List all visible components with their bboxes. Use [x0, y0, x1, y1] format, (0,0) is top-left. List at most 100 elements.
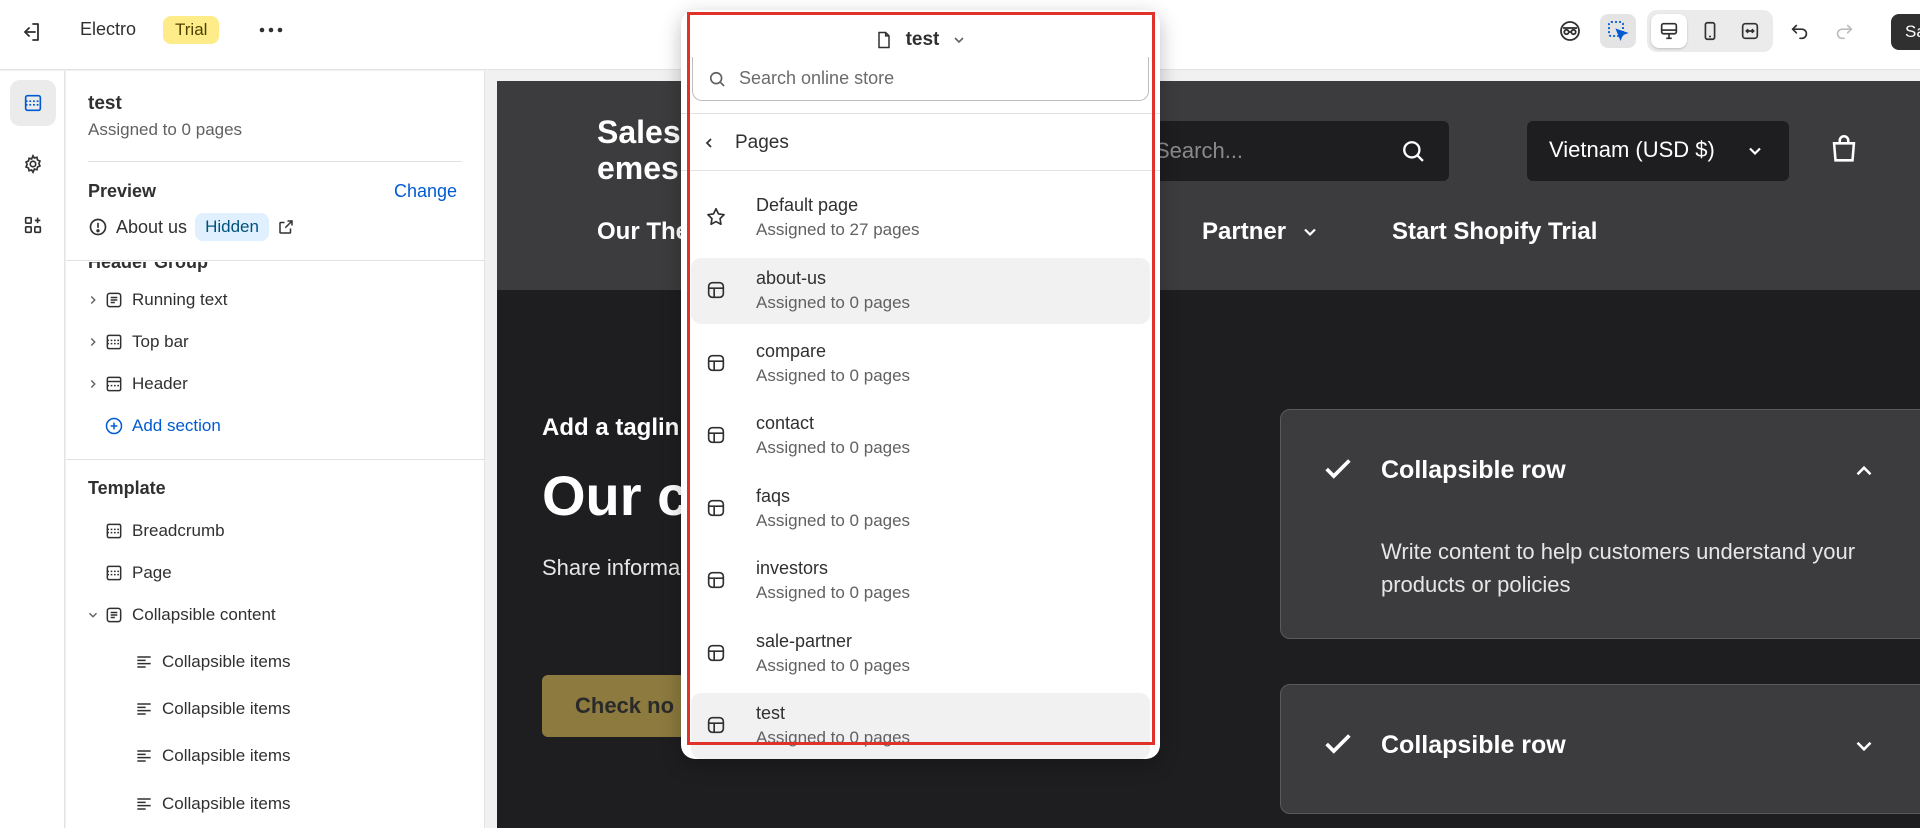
page-option-default[interactable]: Default page Assigned to 27 pages — [691, 185, 1150, 251]
back-to-categories-button[interactable]: Pages — [701, 128, 789, 158]
page-option-name: investors — [756, 558, 829, 578]
change-preview-link[interactable]: Change — [394, 181, 457, 202]
site-search-placeholder: Search... — [1155, 138, 1244, 163]
template-icon — [707, 354, 725, 372]
tree-item-header[interactable]: Header — [82, 369, 188, 399]
tree-item-breadcrumb[interactable]: Breadcrumb — [82, 516, 225, 546]
template-group-label: Template — [88, 478, 166, 498]
search-placeholder: Search online store — [739, 68, 895, 88]
page-option-contact[interactable]: contact Assigned to 0 pages — [691, 403, 1150, 469]
tree-item-label: Collapsible items — [162, 652, 291, 671]
rail-settings-button[interactable] — [10, 141, 56, 187]
sections-icon — [24, 94, 42, 112]
page-option-compare[interactable]: compare Assigned to 0 pages — [691, 331, 1150, 397]
exit-editor-button[interactable] — [16, 17, 46, 47]
chevron-right-icon[interactable] — [86, 335, 100, 349]
tree-item-collapsible-item[interactable]: Collapsible items — [134, 647, 291, 677]
align-left-icon — [137, 703, 151, 715]
template-icon — [707, 499, 725, 517]
file-icon — [877, 31, 890, 49]
tree-item-collapsible-item[interactable]: Collapsible items — [134, 741, 291, 771]
page-option-investors[interactable]: investors Assigned to 0 pages — [691, 548, 1150, 614]
country-label: Vietnam (USD $) — [1549, 137, 1715, 162]
tree-item-collapsible-item[interactable]: Collapsible items — [134, 694, 291, 724]
more-horizontal-icon — [259, 27, 283, 33]
header-section-icon — [106, 376, 122, 392]
more-actions-button[interactable] — [256, 18, 286, 42]
template-icon — [707, 716, 725, 734]
tree-item-running-text[interactable]: Running text — [82, 285, 227, 315]
chevron-down-icon[interactable] — [86, 608, 100, 622]
page-option-assignment: Assigned to 27 pages — [756, 220, 920, 239]
intro-text: Share informa — [542, 555, 681, 580]
search-icon — [1403, 141, 1424, 162]
desktop-icon — [1660, 22, 1678, 40]
chevron-up-icon[interactable] — [1851, 458, 1877, 484]
save-button[interactable]: Sa — [1891, 14, 1920, 50]
page-option-sale-partner[interactable]: sale-partner Assigned to 0 pages — [691, 621, 1150, 687]
divider — [66, 459, 484, 460]
collapsible-row-collapsed[interactable]: Collapsible row — [1280, 684, 1920, 814]
tree-item-label: Breadcrumb — [132, 521, 225, 540]
header-group-label: Header Group — [88, 252, 209, 272]
tree-item-collapsible-content[interactable]: Collapsible content — [82, 600, 276, 630]
section-icon — [106, 523, 122, 539]
page-option-name: contact — [756, 413, 815, 433]
cta-button[interactable]: Check no — [542, 675, 692, 737]
collapsible-row-body: Write content to help customers understa… — [1381, 539, 1856, 597]
chevron-down-icon — [1749, 147, 1761, 156]
chevron-right-icon[interactable] — [86, 293, 100, 307]
editor-rail — [0, 71, 65, 828]
page-option-assignment: Assigned to 0 pages — [756, 366, 911, 385]
current-template-name: test — [905, 29, 940, 50]
search-online-store-input[interactable]: Search online store — [692, 57, 1149, 101]
tree-item-page[interactable]: Page — [82, 558, 172, 588]
chevron-right-icon[interactable] — [86, 377, 100, 391]
collapsible-row-title: Collapsible row — [1381, 456, 1566, 484]
add-section-label: Add section — [132, 416, 221, 435]
rail-apps-button[interactable] — [10, 202, 56, 248]
tree-item-top-bar[interactable]: Top bar — [82, 327, 189, 357]
chevron-down-icon[interactable] — [1851, 733, 1877, 759]
cart-bag-icon[interactable] — [1827, 132, 1861, 166]
template-picker-popover: test Search online store Pages Default p… — [681, 10, 1160, 759]
tree-item-collapsible-item[interactable]: Collapsible items — [134, 789, 291, 819]
redo-button[interactable] — [1826, 14, 1862, 48]
text-block-icon — [106, 607, 122, 623]
country-selector[interactable]: Vietnam (USD $) — [1527, 121, 1789, 181]
page-option-name: sale-partner — [756, 631, 853, 651]
site-logo[interactable]: Sales emes — [597, 114, 681, 186]
align-left-icon — [137, 750, 151, 762]
section-icon — [106, 334, 122, 350]
full-width-button[interactable] — [1732, 14, 1768, 48]
incognito-icon — [1560, 21, 1580, 41]
nav-item[interactable]: Start Shopify Trial — [1392, 218, 1597, 246]
preview-label: Preview — [88, 181, 157, 201]
preview-page-row: About us Hidden — [88, 212, 295, 242]
inspector-toggle-button[interactable] — [1600, 14, 1636, 48]
nav-item-partner[interactable]: Partner — [1202, 218, 1320, 246]
page-option-test[interactable]: test Assigned to 0 pages — [691, 693, 1150, 759]
collapsible-row-title: Collapsible row — [1381, 731, 1566, 759]
collapsible-row-expanded[interactable]: Collapsible row Write content to help cu… — [1280, 409, 1920, 639]
template-assignment: Assigned to 0 pages — [88, 120, 243, 139]
mobile-view-button[interactable] — [1692, 14, 1728, 48]
desktop-view-button[interactable] — [1651, 14, 1687, 48]
page-option-faqs[interactable]: faqs Assigned to 0 pages — [691, 476, 1150, 542]
undo-button[interactable] — [1782, 14, 1818, 48]
site-search-input[interactable]: Search... — [1117, 121, 1449, 181]
text-block-icon — [106, 292, 122, 308]
add-section-button[interactable]: Add section — [82, 411, 221, 441]
nav-item[interactable]: Our The — [597, 218, 689, 246]
page-option-name: Default page — [756, 195, 859, 215]
template-picker-trigger[interactable]: test — [681, 18, 1160, 62]
exit-icon — [24, 23, 39, 41]
customer-privacy-button[interactable] — [1552, 14, 1588, 48]
tagline: Add a taglin — [542, 414, 680, 441]
page-option-about-us[interactable]: about-us Assigned to 0 pages — [691, 258, 1150, 324]
page-option-assignment: Assigned to 0 pages — [756, 438, 911, 457]
external-link-icon[interactable] — [277, 218, 295, 236]
tree-item-label: Collapsible items — [162, 794, 291, 813]
rail-sections-button[interactable] — [10, 80, 56, 126]
section-icon — [106, 565, 122, 581]
